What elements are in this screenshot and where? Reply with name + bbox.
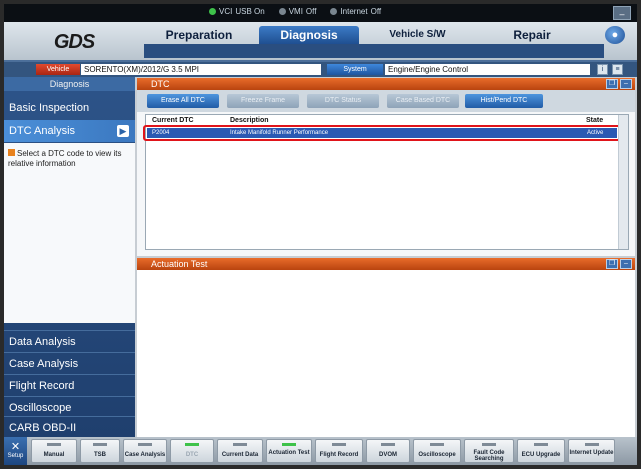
vehicle-field[interactable]: SORENTO(XM)/2012/G 3.5 MPI — [81, 64, 321, 75]
oscilloscope-indicator-icon — [430, 443, 444, 446]
dtc-panel-header: DTC ❐ – — [137, 78, 635, 90]
case-analysis-button[interactable]: Case Analysis — [123, 439, 167, 463]
connection-status: VCI USB On VMI Off Internet Off — [209, 7, 381, 16]
system-field[interactable]: Engine/Engine Control — [385, 64, 590, 75]
restore-icon[interactable]: ❐ — [606, 259, 618, 269]
dtc-table: Current DTC Description State P2004 Inta… — [143, 114, 629, 250]
sidebar-header: Diagnosis — [4, 77, 135, 91]
sidebar: Diagnosis Basic Inspection DTC Analysis … — [4, 77, 135, 437]
sidebar-help-text: Select a DTC code to view its relative i… — [4, 143, 135, 323]
chevron-right-icon: ▶ — [117, 125, 129, 137]
tab-vehicle-sw-management[interactable]: Vehicle S/W Management — [360, 26, 475, 58]
wrench-icon: ✕ — [10, 441, 21, 453]
vehicle-bar: Vehicle SORENTO(XM)/2012/G 3.5 MPI Syste… — [4, 62, 637, 77]
case-analysis-indicator-icon — [138, 443, 152, 446]
oscilloscope-button[interactable]: Oscilloscope — [413, 439, 461, 463]
bottom-toolbar: ✕ Setup Manual TSB Case Analysis DTC Cur… — [4, 437, 637, 465]
minimize-panel-icon[interactable]: – — [620, 259, 632, 269]
fault-code-indicator-icon — [482, 443, 496, 446]
case-based-dtc-button[interactable]: Case Based DTC — [387, 94, 459, 108]
dtc-indicator-icon — [185, 443, 199, 446]
internet-update-indicator-icon — [584, 443, 599, 446]
tab-diagnosis[interactable]: Diagnosis — [259, 26, 359, 44]
gds-logo: GDS — [53, 30, 95, 53]
vmi-status: VMI Off — [278, 7, 316, 16]
actuation-panel-header: Actuation Test ❐ – — [137, 258, 635, 270]
sidebar-item-dtc-analysis[interactable]: DTC Analysis ▶ — [4, 120, 135, 142]
selection-highlight — [143, 125, 623, 141]
dtc-status-button[interactable]: DTC Status — [307, 94, 379, 108]
current-data-indicator-icon — [233, 443, 247, 446]
actuation-test-indicator-icon — [282, 443, 296, 446]
dtc-toolbar: Erase All DTC Freeze Frame DTC Status Ca… — [137, 90, 635, 112]
actuation-test-button[interactable]: Actuation Test — [266, 439, 312, 463]
vci-indicator-icon — [209, 8, 216, 15]
tsb-button[interactable]: TSB — [80, 439, 120, 463]
nav-submenu-strip — [144, 44, 604, 58]
manual-indicator-icon — [47, 443, 61, 446]
info-icon[interactable]: i — [597, 64, 608, 75]
sidebar-item-case-analysis[interactable]: Case Analysis — [4, 352, 135, 374]
internet-update-button[interactable]: Internet Update — [568, 439, 615, 463]
system-button[interactable]: System — [327, 64, 383, 75]
tab-repair[interactable]: Repair — [482, 26, 582, 44]
sidebar-item-carb-obd2[interactable]: CARB OBD-II — [4, 416, 135, 438]
dtc-scrollbar[interactable] — [618, 115, 628, 249]
ecu-upgrade-indicator-icon — [534, 443, 548, 446]
current-data-button[interactable]: Current Data — [217, 439, 263, 463]
erase-all-dtc-button[interactable]: Erase All DTC — [147, 94, 219, 108]
dtc-panel: Erase All DTC Freeze Frame DTC Status Ca… — [137, 90, 635, 256]
vci-status: VCI USB On — [209, 7, 265, 16]
internet-status: Internet Off — [330, 7, 381, 16]
hist-pend-dtc-button[interactable]: Hist/Pend DTC — [465, 94, 543, 108]
freeze-frame-button[interactable]: Freeze Frame — [227, 94, 299, 108]
vehicle-button[interactable]: Vehicle — [36, 64, 80, 75]
sidebar-item-oscilloscope[interactable]: Oscilloscope — [4, 396, 135, 418]
actuation-panel — [137, 270, 635, 437]
fault-code-searching-button[interactable]: Fault Code Searching — [464, 439, 514, 463]
dtc-button[interactable]: DTC — [170, 439, 214, 463]
gds-screen: VCI USB On VMI Off Internet Off – GDS Pr… — [4, 4, 637, 465]
restore-icon[interactable]: ❐ — [606, 79, 618, 89]
tab-preparation[interactable]: Preparation — [144, 26, 254, 44]
sidebar-item-data-analysis[interactable]: Data Analysis — [4, 330, 135, 352]
internet-indicator-icon — [330, 8, 338, 15]
tsb-indicator-icon — [93, 443, 107, 446]
search-icon[interactable]: ● — [605, 26, 625, 44]
list-icon[interactable]: ≡ — [612, 64, 623, 75]
manual-button[interactable]: Manual — [31, 439, 77, 463]
dvom-indicator-icon — [381, 443, 395, 446]
vmi-indicator-icon — [278, 8, 286, 15]
flight-record-button[interactable]: Flight Record — [315, 439, 363, 463]
monitor-bezel: VCI USB On VMI Off Internet Off – GDS Pr… — [0, 0, 641, 469]
flight-record-indicator-icon — [332, 443, 346, 446]
sidebar-item-basic-inspection[interactable]: Basic Inspection — [4, 97, 135, 119]
main-nav: GDS Preparation Diagnosis Vehicle S/W Ma… — [4, 22, 637, 62]
status-bar: VCI USB On VMI Off Internet Off – — [4, 4, 637, 22]
info-bullet-icon — [8, 149, 15, 156]
ecu-upgrade-button[interactable]: ECU Upgrade — [517, 439, 565, 463]
minimize-panel-icon[interactable]: – — [620, 79, 632, 89]
dvom-button[interactable]: DVOM — [366, 439, 410, 463]
setup-button[interactable]: ✕ Setup — [4, 437, 27, 465]
sidebar-item-flight-record[interactable]: Flight Record — [4, 374, 135, 396]
minimize-button[interactable]: – — [613, 6, 631, 20]
